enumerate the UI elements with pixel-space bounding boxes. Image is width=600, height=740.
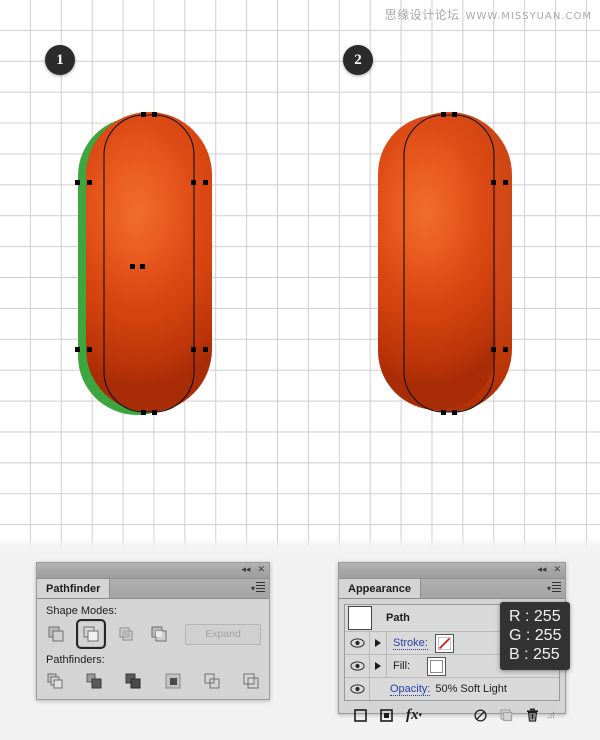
anchor-point[interactable]: [503, 347, 508, 352]
expand-button-label: Expand: [205, 628, 241, 640]
add-new-fill-icon[interactable]: [373, 705, 399, 725]
step-badge-1-label: 1: [56, 51, 64, 68]
pathfinder-titlebar[interactable]: ◂◂ ✕: [37, 563, 269, 579]
artwork-step-1[interactable]: [75, 112, 218, 422]
trim-icon[interactable]: [84, 670, 104, 692]
outline-icon[interactable]: [202, 670, 222, 692]
anchor-point[interactable]: [141, 112, 146, 117]
pathfinder-tabrow[interactable]: Pathfinder ▾: [37, 579, 269, 599]
anchor-point[interactable]: [141, 410, 146, 415]
collapse-to-icons-icon[interactable]: ◂◂: [537, 564, 546, 575]
clear-appearance-icon[interactable]: [467, 705, 493, 725]
anchor-point[interactable]: [191, 347, 196, 352]
anchor-point[interactable]: [503, 180, 508, 185]
visibility-eye-icon[interactable]: [345, 678, 370, 700]
unite-icon[interactable]: [45, 623, 67, 645]
path-thumbnail-swatch[interactable]: [348, 606, 372, 630]
step-badge-1: 1: [45, 45, 75, 75]
appearance-footer: fx ▾: [344, 704, 560, 726]
anchor-point[interactable]: [452, 112, 457, 117]
opacity-value[interactable]: 50% Soft Light: [430, 683, 507, 695]
anchor-point[interactable]: [75, 347, 80, 352]
center-point[interactable]: [130, 264, 135, 269]
watermark-url-text: WWW.MISSYUAN.COM: [465, 11, 592, 22]
panel-menu-icon[interactable]: ▾: [251, 582, 265, 594]
anchor-point[interactable]: [75, 180, 80, 185]
appearance-titlebar[interactable]: ◂◂ ✕: [339, 563, 565, 579]
pathfinder-panel[interactable]: ◂◂ ✕ Pathfinder ▾ Shape Modes: Expand Pa…: [36, 562, 270, 700]
illustrator-canvas[interactable]: 思缘设计论坛 WWW.MISSYUAN.COM 1 2: [0, 0, 600, 547]
shape-modes-label: Shape Modes:: [46, 605, 117, 617]
rgb-color-tooltip: R : 255 G : 255 B : 255: [500, 602, 571, 670]
panel-menu-icon[interactable]: ▾: [547, 582, 561, 594]
artwork-step-2[interactable]: [378, 112, 518, 422]
anchor-point[interactable]: [152, 410, 157, 415]
exclude-icon[interactable]: [148, 623, 170, 645]
stroke-swatch-none[interactable]: [434, 633, 454, 653]
tab-appearance[interactable]: Appearance: [339, 579, 421, 598]
appearance-path-label: Path: [386, 612, 410, 624]
duplicate-item-icon[interactable]: [493, 705, 519, 725]
visibility-eye-icon[interactable]: [345, 632, 370, 654]
anchor-point[interactable]: [87, 180, 92, 185]
anchor-point[interactable]: [491, 180, 496, 185]
add-new-effect-icon[interactable]: fx ▾: [399, 705, 429, 725]
shape-modes-row: Expand: [45, 619, 261, 649]
stroke-label[interactable]: Stroke:: [387, 637, 428, 650]
tooltip-r-value: R : 255: [509, 608, 561, 625]
anchor-point[interactable]: [152, 112, 157, 117]
delete-item-icon[interactable]: [519, 705, 545, 725]
tooltip-g-value: G : 255: [509, 627, 562, 644]
pathfinder-body: Shape Modes: Expand Pathfinders:: [37, 599, 269, 700]
resize-grip-icon[interactable]: [545, 705, 557, 725]
expand-triangle-icon[interactable]: [370, 632, 387, 654]
step-badge-2-label: 2: [354, 51, 362, 68]
opacity-label[interactable]: Opacity:: [370, 683, 431, 696]
appearance-opacity-row[interactable]: Opacity: 50% Soft Light: [345, 678, 559, 700]
collapse-to-icons-icon[interactable]: ◂◂: [241, 564, 250, 575]
visibility-eye-icon[interactable]: [345, 655, 370, 677]
tab-pathfinder[interactable]: Pathfinder: [37, 579, 111, 598]
anchor-point[interactable]: [441, 112, 446, 117]
tab-pathfinder-label: Pathfinder: [46, 582, 101, 595]
anchor-point[interactable]: [87, 347, 92, 352]
anchor-point[interactable]: [203, 347, 208, 352]
anchor-point[interactable]: [191, 180, 196, 185]
merge-icon[interactable]: [123, 670, 143, 692]
anchor-point[interactable]: [452, 410, 457, 415]
expand-triangle-icon[interactable]: [370, 655, 387, 677]
minus-front-icon[interactable]: [76, 619, 106, 649]
path-outline-step-2: [403, 114, 495, 413]
fill-label[interactable]: Fill:: [387, 660, 410, 672]
step-badge-2: 2: [343, 45, 373, 75]
close-icon[interactable]: ✕: [257, 564, 265, 575]
divide-icon[interactable]: [45, 670, 65, 692]
tooltip-b-value: B : 255: [509, 646, 560, 663]
appearance-tabrow[interactable]: Appearance ▾: [339, 579, 565, 599]
intersect-icon[interactable]: [115, 623, 137, 645]
center-point[interactable]: [140, 264, 145, 269]
screenshot-root: 思缘设计论坛 WWW.MISSYUAN.COM 1 2 ◂◂ ✕ Pathfin…: [0, 0, 600, 740]
tab-appearance-label: Appearance: [348, 582, 411, 595]
expand-button[interactable]: Expand: [185, 623, 261, 645]
anchor-point[interactable]: [203, 180, 208, 185]
anchor-point[interactable]: [441, 410, 446, 415]
pathfinders-row: [45, 670, 261, 692]
watermark: 思缘设计论坛 WWW.MISSYUAN.COM: [385, 6, 592, 23]
add-new-stroke-icon[interactable]: [347, 705, 373, 725]
close-icon[interactable]: ✕: [553, 564, 561, 575]
crop-icon[interactable]: [163, 670, 183, 692]
pathfinders-label: Pathfinders:: [46, 654, 105, 666]
canvas-bottom-fade: [0, 537, 600, 547]
fill-swatch-white[interactable]: [427, 656, 447, 676]
path-outline-step-1: [103, 114, 195, 413]
minus-back-icon[interactable]: [241, 670, 261, 692]
watermark-cn-text: 思缘设计论坛: [384, 8, 460, 22]
anchor-point[interactable]: [491, 347, 496, 352]
